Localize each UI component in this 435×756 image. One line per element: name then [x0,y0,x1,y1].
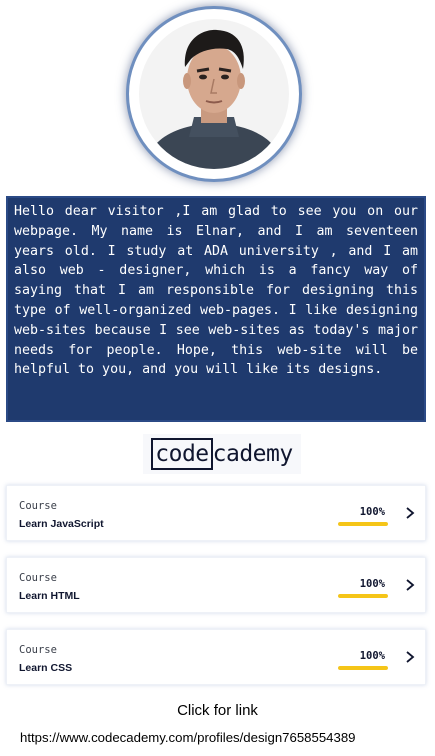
bio-text: Hello dear visitor ,I am glad to see you… [6,196,426,422]
course-progress-bar [338,522,388,526]
course-kind-label: Course [19,500,57,512]
profile-link[interactable]: https://www.codecademy.com/profiles/desi… [20,730,430,745]
course-kind-label: Course [19,644,57,656]
course-kind-label: Course [19,572,57,584]
course-progress-label: 100% [359,506,385,518]
codecademy-logo: code cademy [143,434,301,474]
course-name: Learn JavaScript [19,518,104,530]
course-progress-bar [338,666,388,670]
profile-photo [126,6,302,182]
course-card-javascript[interactable]: Course Learn JavaScript 100% [6,485,426,541]
course-card-css[interactable]: Course Learn CSS 100% [6,629,426,685]
course-progress-label: 100% [359,650,385,662]
chevron-right-icon[interactable] [403,504,417,522]
course-progress-bar [338,594,388,598]
link-caption: Click for link [177,702,258,719]
course-card-html[interactable]: Course Learn HTML 100% [6,557,426,613]
progress-fill [338,594,388,598]
chevron-right-icon[interactable] [403,648,417,666]
course-name: Learn HTML [19,590,80,602]
progress-fill [338,522,388,526]
course-progress-label: 100% [359,578,385,590]
chevron-right-icon[interactable] [403,576,417,594]
person-portrait-icon [139,19,289,169]
course-name: Learn CSS [19,662,73,674]
logo-boxed-part: code [151,438,213,470]
progress-fill [338,666,388,670]
logo-text-part: cademy [212,441,294,467]
